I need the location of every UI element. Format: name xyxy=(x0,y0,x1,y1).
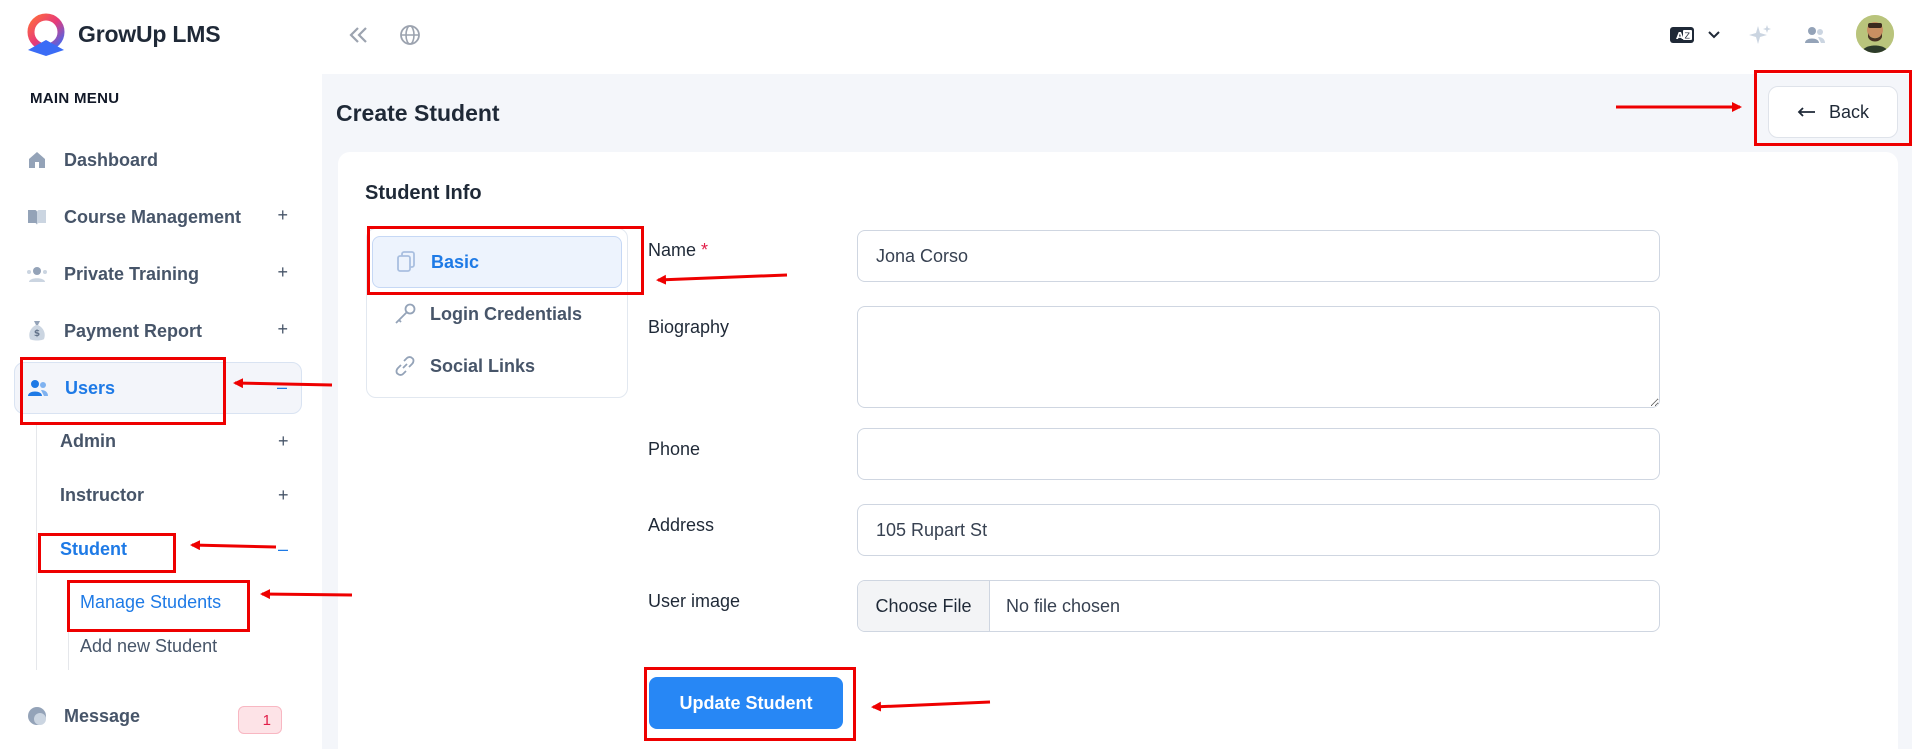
training-icon xyxy=(26,263,48,285)
tree-connector xyxy=(68,580,69,670)
money-bag-icon: $ xyxy=(26,320,48,342)
sidebar-item-manage-students[interactable]: Manage Students xyxy=(80,592,221,613)
user-image-file-input[interactable]: Choose File No file chosen xyxy=(857,580,1660,632)
svg-text:Z: Z xyxy=(1685,32,1691,41)
back-button[interactable]: Back xyxy=(1768,86,1898,138)
card-title: Student Info xyxy=(365,182,482,204)
name-label: Name * xyxy=(648,240,708,261)
update-student-button[interactable]: Update Student xyxy=(649,677,843,729)
sidebar-item-student[interactable]: Student xyxy=(60,539,127,560)
address-label: Address xyxy=(648,515,715,535)
file-status: No file chosen xyxy=(1006,595,1121,616)
collapse-sidebar-icon[interactable] xyxy=(344,20,374,50)
brand-logo[interactable]: GrowUp LMS xyxy=(22,12,221,56)
sidebar: GrowUp LMS MAIN MENU Dashboard Course Ma… xyxy=(0,0,320,749)
book-icon xyxy=(26,206,48,228)
app-root: GrowUp LMS MAIN MENU Dashboard Course Ma… xyxy=(0,0,1912,749)
sidebar-item-label: Users xyxy=(65,377,116,398)
phone-label: Phone xyxy=(648,439,701,459)
sidebar-item-private-training[interactable]: Private Training + xyxy=(14,248,302,300)
svg-text:A: A xyxy=(1676,31,1684,42)
tab-login-credentials[interactable]: Login Credentials xyxy=(372,288,622,340)
collapse-toggle[interactable]: – xyxy=(277,377,287,398)
link-icon xyxy=(392,353,418,379)
tree-connector xyxy=(36,422,37,670)
name-label-text: Name xyxy=(648,240,697,260)
expand-icon[interactable]: + xyxy=(277,319,288,340)
choose-file-button[interactable]: Choose File xyxy=(858,581,990,631)
sidebar-item-dashboard[interactable]: Dashboard xyxy=(14,134,302,186)
tab-label: Social Links xyxy=(430,355,536,376)
tab-social-links[interactable]: Social Links xyxy=(372,340,622,392)
svg-text:$: $ xyxy=(34,329,40,339)
avatar[interactable] xyxy=(1856,15,1894,53)
sidebar-item-instructor[interactable]: Instructor xyxy=(60,485,144,506)
logo-icon xyxy=(27,13,65,56)
tab-basic[interactable]: Basic xyxy=(372,236,622,288)
sidebar-item-course-management[interactable]: Course Management + xyxy=(14,191,302,243)
page-title: Create Student xyxy=(336,100,500,126)
sidebar-item-label: Private Training xyxy=(64,263,200,284)
biography-textarea[interactable] xyxy=(857,306,1660,408)
sidebar-item-label: Payment Report xyxy=(64,320,203,341)
sidebar-item-users[interactable]: Users – xyxy=(14,362,302,414)
language-icon[interactable]: AZ xyxy=(1667,20,1697,50)
expand-icon[interactable]: + xyxy=(277,262,288,283)
sparkle-icon[interactable] xyxy=(1745,20,1775,50)
sidebar-item-label: Message xyxy=(64,705,141,726)
key-icon xyxy=(392,301,418,327)
menu-title: MAIN MENU xyxy=(30,90,120,107)
sidebar-item-admin[interactable]: Admin xyxy=(60,431,116,452)
expand-icon[interactable]: + xyxy=(278,431,289,452)
copy-icon xyxy=(393,249,419,275)
sidebar-item-label: Course Management xyxy=(64,206,242,227)
address-input[interactable] xyxy=(857,504,1660,556)
sidebar-item-payment-report[interactable]: $ Payment Report + xyxy=(14,305,302,357)
back-button-label: Back xyxy=(1828,101,1870,122)
users-icon xyxy=(27,377,49,399)
globe-icon[interactable] xyxy=(395,20,425,50)
user-image-label: User image xyxy=(648,591,741,611)
required-mark: * xyxy=(701,240,709,260)
arrow-left-icon xyxy=(1797,102,1817,123)
message-count-badge: 1 xyxy=(238,706,282,734)
expand-icon[interactable]: + xyxy=(277,205,288,226)
collapse-toggle[interactable]: – xyxy=(278,539,288,560)
sidebar-item-label: Dashboard xyxy=(64,149,159,170)
biography-label: Biography xyxy=(648,317,730,337)
brand-name: GrowUp LMS xyxy=(78,20,221,47)
name-input[interactable] xyxy=(857,230,1660,282)
home-icon xyxy=(26,149,48,171)
users-icon[interactable] xyxy=(1800,20,1830,50)
tab-label: Login Credentials xyxy=(430,303,583,324)
sidebar-item-add-new-student[interactable]: Add new Student xyxy=(80,636,217,657)
tab-label: Basic xyxy=(431,251,480,272)
chevron-down-icon[interactable] xyxy=(1699,20,1729,50)
expand-icon[interactable]: + xyxy=(278,485,289,506)
phone-input[interactable] xyxy=(857,428,1660,480)
message-icon xyxy=(26,705,48,727)
